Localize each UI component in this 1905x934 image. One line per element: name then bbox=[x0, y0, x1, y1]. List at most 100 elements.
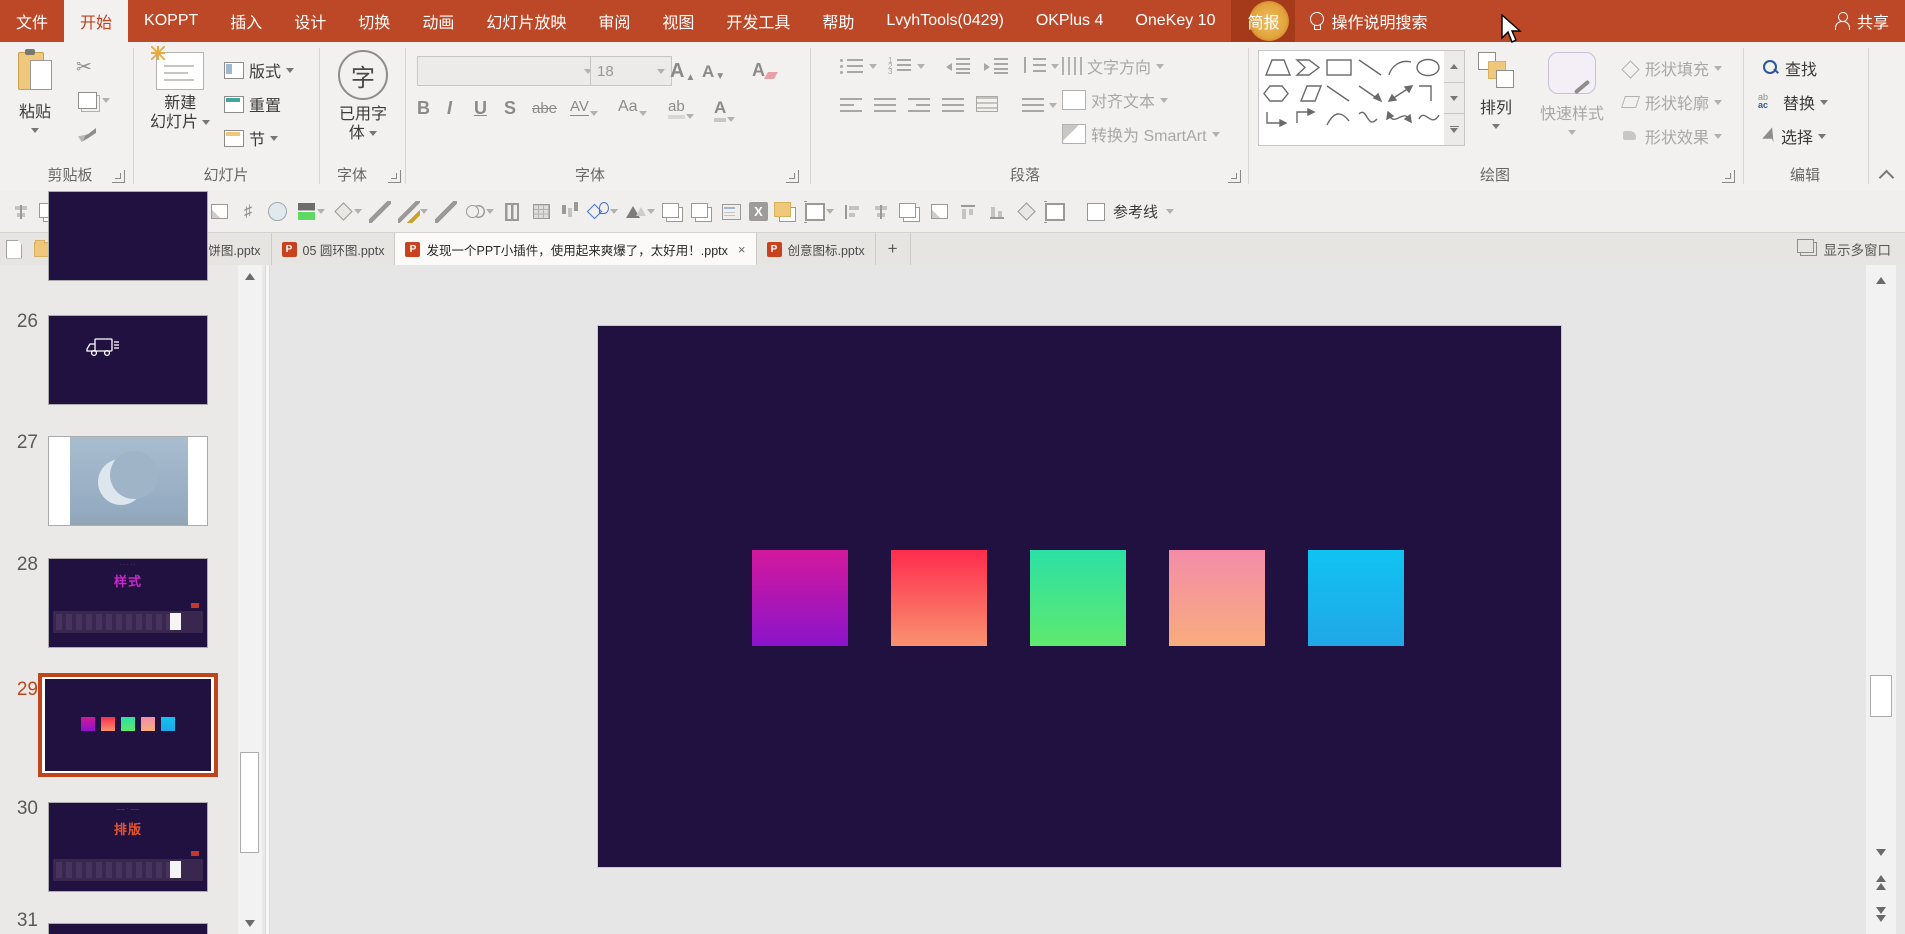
shapes-gallery[interactable] bbox=[1258, 50, 1446, 146]
menu-tab-OneKey10[interactable]: OneKey 10 bbox=[1119, 0, 1231, 42]
panel-scrollbar[interactable] bbox=[238, 265, 262, 934]
pick-color-eyedropper-icon[interactable] bbox=[435, 200, 457, 223]
edit-table-icon[interactable] bbox=[530, 201, 552, 223]
reset-button[interactable]: 重置 bbox=[224, 92, 281, 116]
previous-slide-button[interactable] bbox=[1866, 871, 1896, 893]
font-size-combo[interactable]: 18 bbox=[590, 56, 672, 86]
paragraph-dialog-launcher[interactable] bbox=[1228, 170, 1241, 183]
strikethrough-button[interactable]: abe bbox=[532, 100, 557, 117]
main-scrollbar-thumb[interactable] bbox=[1870, 675, 1892, 717]
menu-tab-11[interactable]: 帮助 bbox=[806, 0, 870, 42]
increase-font-button[interactable]: A ▲ bbox=[670, 60, 695, 83]
gradient-square-cyan[interactable] bbox=[1308, 550, 1404, 646]
justify-button[interactable] bbox=[942, 98, 964, 112]
guides-toggle[interactable]: 参考线 bbox=[1087, 201, 1175, 222]
numbering-button[interactable]: 123 bbox=[888, 57, 925, 76]
quick-styles-button[interactable]: 快速样式 bbox=[1540, 52, 1604, 135]
section-button[interactable]: 节 bbox=[224, 126, 279, 150]
panel-scrollbar-thumb[interactable] bbox=[240, 752, 259, 853]
oval-shape-icon[interactable] bbox=[266, 201, 288, 223]
theme-color-swatch-icon[interactable] bbox=[295, 201, 317, 223]
slide-28-thumbnail[interactable]: · · · · · 样式 bbox=[48, 558, 208, 648]
menu-tab-1[interactable]: 开始 bbox=[64, 0, 129, 42]
new-tab-button[interactable]: + bbox=[876, 233, 911, 265]
layout-button[interactable]: 版式 bbox=[224, 58, 295, 82]
slide-25-thumbnail[interactable] bbox=[48, 191, 208, 281]
menu-tab-9[interactable]: 视图 bbox=[646, 0, 710, 42]
slide-27-thumbnail[interactable] bbox=[48, 436, 208, 526]
find-button[interactable]: 查找 bbox=[1762, 56, 1817, 80]
bar-chart-icon[interactable] bbox=[559, 201, 581, 223]
text-box-icon[interactable] bbox=[720, 201, 742, 223]
gallery-more-icon[interactable] bbox=[1444, 114, 1464, 146]
slide-29-selected-frame[interactable] bbox=[38, 673, 218, 777]
bold-button[interactable]: B bbox=[417, 98, 430, 119]
highlight-button[interactable]: ab bbox=[668, 98, 694, 119]
show-multi-window-button[interactable]: 显示多窗口 bbox=[1796, 233, 1905, 265]
fill-bucket-icon[interactable] bbox=[332, 201, 354, 223]
char-spacing-button[interactable]: AV bbox=[570, 98, 598, 116]
gradient-square-green[interactable] bbox=[1030, 550, 1126, 646]
menu-tab-LvyhTools0429[interactable]: LvyhTools(0429) bbox=[870, 0, 1019, 42]
main-scroll-down-button[interactable] bbox=[1866, 841, 1896, 863]
gallery-down-icon[interactable] bbox=[1444, 82, 1464, 115]
menu-tab-15[interactable]: 简报 bbox=[1231, 0, 1296, 42]
usedfont-dialog-launcher[interactable] bbox=[388, 170, 401, 183]
rotate-flip-icon[interactable] bbox=[625, 201, 647, 223]
shapes-gallery-scrollbar[interactable] bbox=[1444, 50, 1465, 146]
dropdown-caret-icon[interactable] bbox=[317, 209, 325, 214]
format-paint-icon[interactable] bbox=[1015, 201, 1037, 223]
font-dialog-launcher[interactable] bbox=[786, 170, 799, 183]
clear-formatting-button[interactable]: A bbox=[752, 60, 779, 81]
panel-scroll-down-button[interactable] bbox=[238, 912, 262, 934]
paste-button[interactable]: 粘贴 bbox=[18, 49, 52, 133]
gradient-square-pink[interactable] bbox=[1169, 550, 1265, 646]
align-left-button[interactable] bbox=[840, 98, 862, 112]
menu-tab-5[interactable]: 切换 bbox=[342, 0, 406, 42]
insert-shapes-icon[interactable] bbox=[588, 201, 610, 223]
menu-tab-OKPlus4[interactable]: OKPlus 4 bbox=[1020, 0, 1120, 42]
align-center-h-icon[interactable] bbox=[870, 201, 892, 223]
next-slide-button[interactable] bbox=[1866, 903, 1896, 925]
gallery-up-icon[interactable] bbox=[1444, 51, 1464, 83]
file-tab-2[interactable]: P 05 圆环图.pptx bbox=[272, 233, 396, 265]
collapse-ribbon-button[interactable] bbox=[1879, 171, 1895, 181]
group-objects-icon[interactable] bbox=[661, 201, 684, 223]
outline-eyedropper-icon[interactable] bbox=[369, 200, 391, 223]
menu-tab-8[interactable]: 审阅 bbox=[582, 0, 646, 42]
align-objects-icon[interactable] bbox=[10, 201, 32, 223]
dropdown-caret-icon[interactable] bbox=[486, 209, 494, 214]
close-tab-icon[interactable]: × bbox=[734, 242, 746, 257]
new-file-button[interactable] bbox=[0, 233, 28, 265]
ungroup-objects-icon[interactable] bbox=[690, 201, 713, 223]
font-name-combo[interactable] bbox=[417, 56, 599, 86]
decrease-font-button[interactable]: A ▼ bbox=[702, 62, 725, 82]
slide-30-thumbnail[interactable]: —— · —— 排版 bbox=[48, 802, 208, 892]
menu-tab-KOPPT[interactable]: KOPPT bbox=[128, 0, 214, 42]
clipboard-dialog-launcher[interactable] bbox=[112, 170, 125, 183]
distribute-text-button[interactable] bbox=[976, 96, 998, 112]
underline-button[interactable]: U bbox=[474, 98, 487, 119]
swap-size-icon[interactable] bbox=[1044, 200, 1066, 223]
menu-tab-4[interactable]: 设计 bbox=[278, 0, 342, 42]
convert-smartart-button[interactable]: 转换为 SmartArt bbox=[1062, 122, 1220, 146]
align-middle-icon[interactable] bbox=[898, 201, 921, 223]
slide-canvas[interactable] bbox=[598, 326, 1561, 867]
share-button[interactable]: 共享 bbox=[1819, 0, 1905, 42]
dropdown-caret-icon[interactable] bbox=[420, 209, 428, 214]
menu-tab-3[interactable]: 插入 bbox=[214, 0, 278, 42]
font-color-button[interactable]: A bbox=[714, 98, 736, 122]
menu-tab-10[interactable]: 开发工具 bbox=[710, 0, 806, 42]
replace-button[interactable]: ab ac 替换 bbox=[1758, 90, 1829, 114]
arrange-button[interactable]: 排列 bbox=[1478, 52, 1514, 129]
change-case-button[interactable]: Aa bbox=[618, 98, 647, 116]
dropdown-caret-icon[interactable] bbox=[826, 209, 834, 214]
used-fonts-button[interactable]: 字 已用字 体 bbox=[338, 50, 388, 143]
increase-indent-button[interactable] bbox=[984, 58, 1008, 74]
align-right-button[interactable] bbox=[908, 98, 930, 112]
gradient-square-magenta[interactable] bbox=[752, 550, 848, 646]
menu-tab-6[interactable]: 动画 bbox=[406, 0, 470, 42]
main-scrollbar[interactable] bbox=[1866, 265, 1896, 934]
menu-tab-0[interactable]: 文件 bbox=[0, 0, 64, 42]
dropdown-caret-icon[interactable] bbox=[354, 209, 362, 214]
